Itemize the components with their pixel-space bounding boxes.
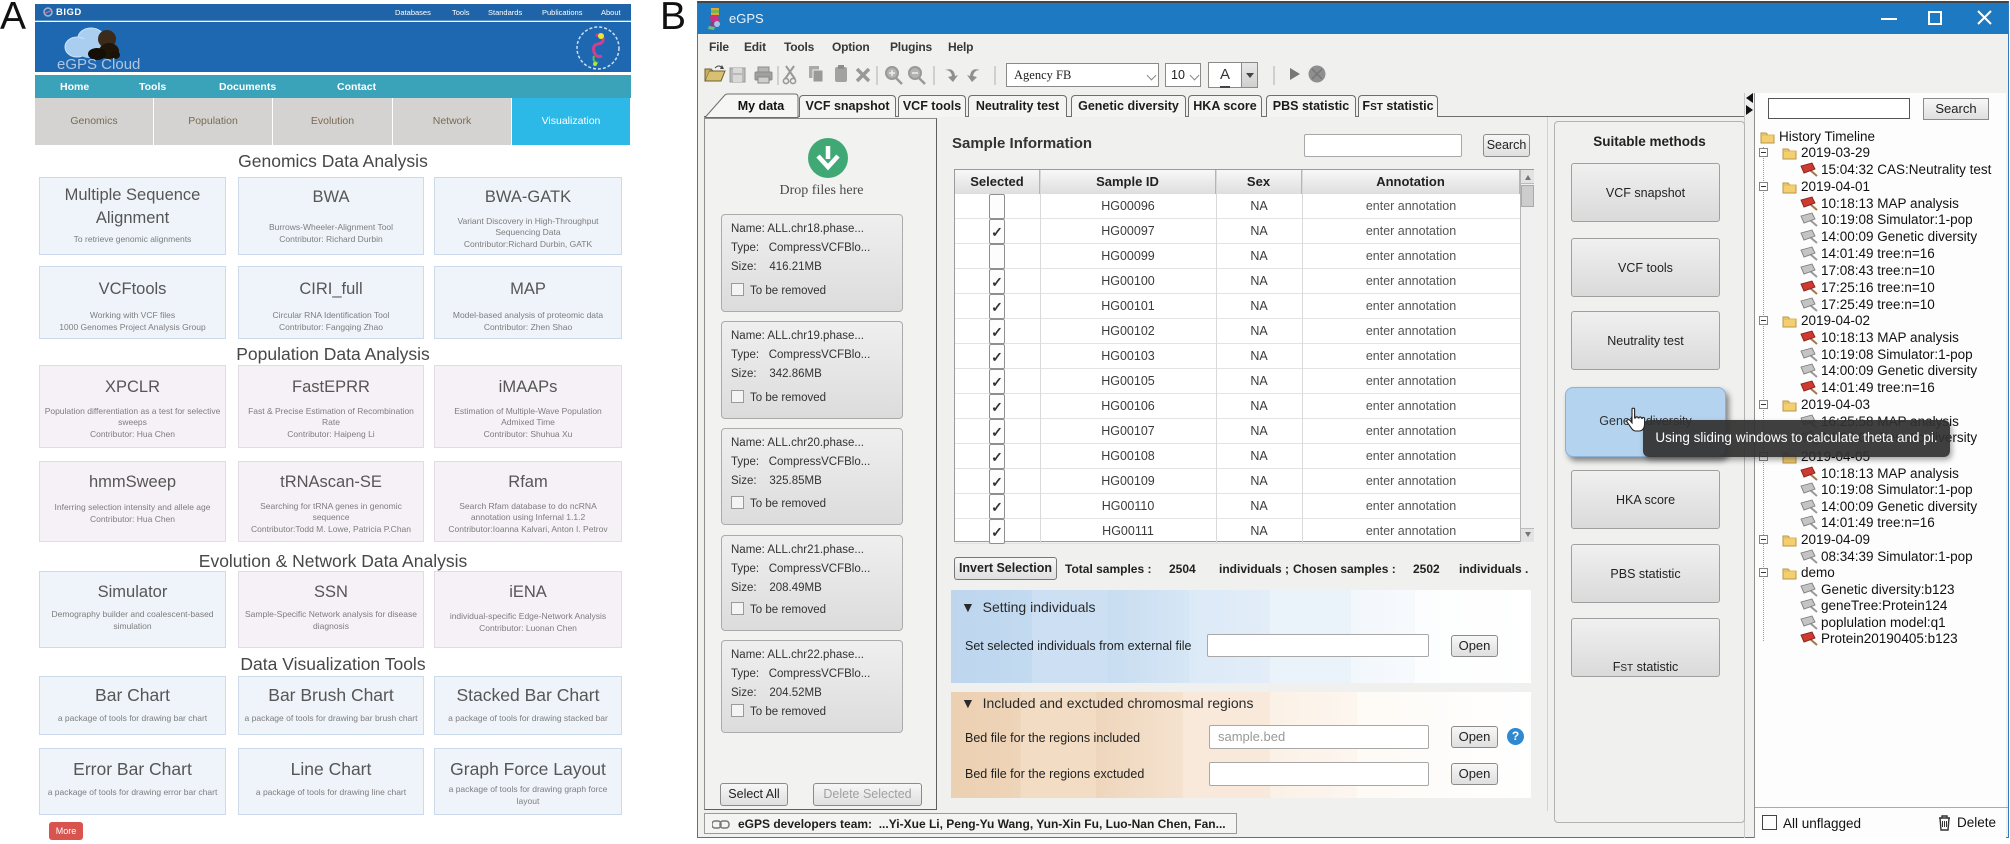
svg-text:My data: My data: [738, 99, 786, 113]
